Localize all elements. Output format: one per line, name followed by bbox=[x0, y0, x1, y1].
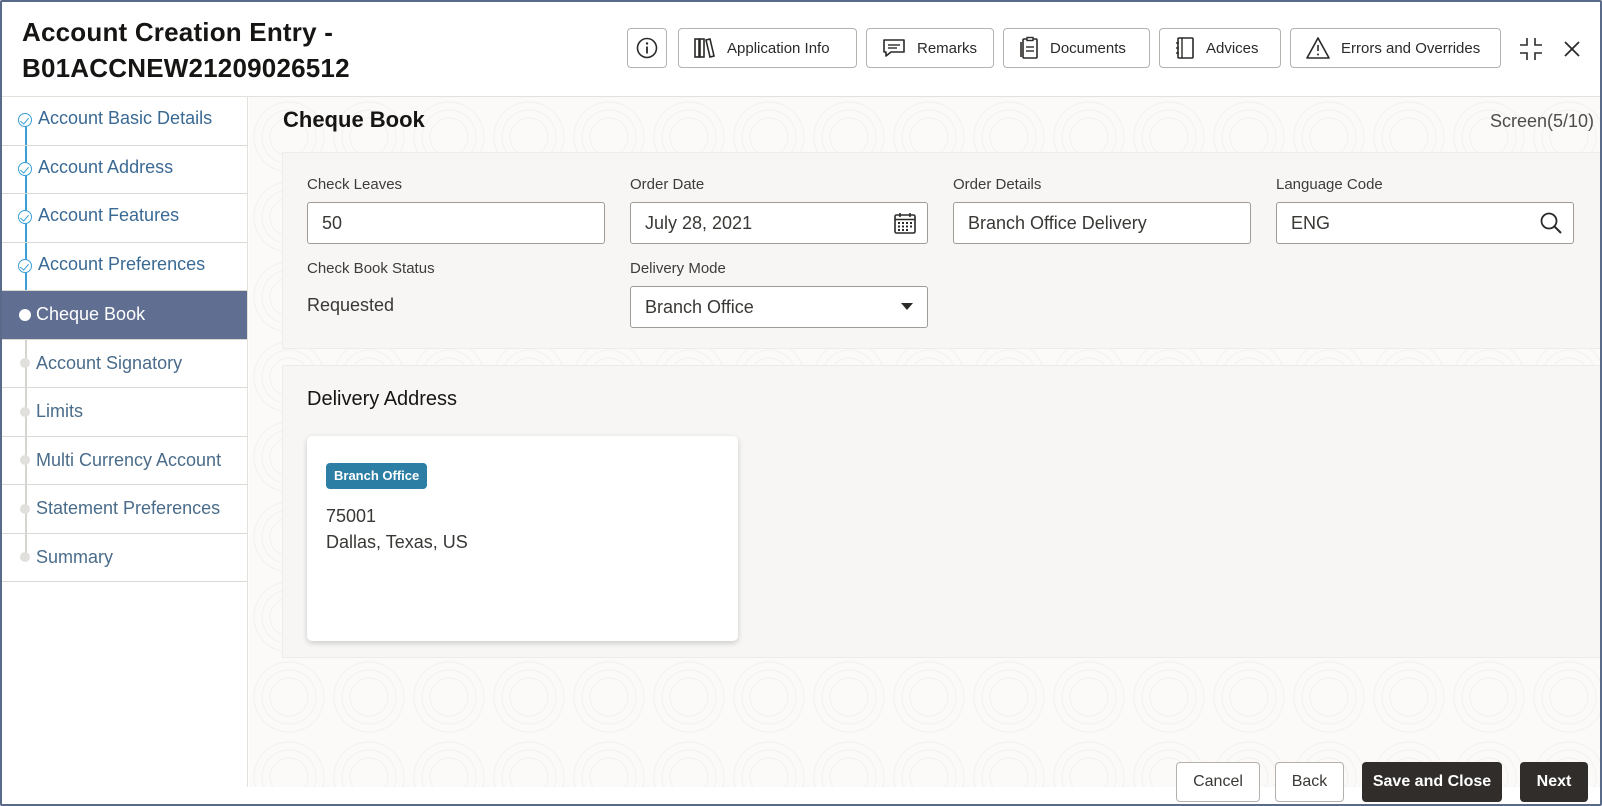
nav-item-limits[interactable]: Limits bbox=[2, 388, 247, 437]
nav-item-label: Multi Currency Account bbox=[36, 449, 222, 470]
nav-item-label: Limits bbox=[36, 401, 84, 422]
order-details-input[interactable]: Branch Office Delivery bbox=[953, 202, 1251, 244]
order-date-value: July 28, 2021 bbox=[645, 212, 753, 233]
pending-step-icon bbox=[20, 503, 30, 514]
nav-item-summary[interactable]: Summary bbox=[2, 534, 247, 582]
application-info-button[interactable]: Application Info bbox=[678, 28, 857, 68]
address-type-badge: Branch Office bbox=[326, 463, 428, 489]
nav-item-account-features[interactable]: Account Features bbox=[2, 194, 247, 243]
check-book-status-value: Requested bbox=[307, 295, 395, 315]
language-search-button[interactable] bbox=[1539, 211, 1563, 235]
nav-item-label: Account Preferences bbox=[38, 253, 206, 274]
pending-step-icon bbox=[20, 406, 30, 417]
delivery-address-panel: Delivery Address Branch Office 75001 Dal… bbox=[282, 365, 1600, 658]
page-title-line1: Account Creation Entry - bbox=[22, 17, 334, 47]
books-icon bbox=[694, 38, 715, 58]
nav-item-account-address[interactable]: Account Address bbox=[2, 146, 247, 194]
nav-item-label: Cheque Book bbox=[36, 304, 146, 325]
app-window: Account Creation Entry - B01ACCNEW212090… bbox=[0, 0, 1602, 806]
page-title: Account Creation Entry - B01ACCNEW212090… bbox=[22, 14, 350, 86]
nav-item-label: Summary bbox=[36, 546, 114, 567]
advices-label: Advices bbox=[1206, 39, 1259, 57]
delivery-mode-label: Delivery Mode bbox=[630, 260, 726, 277]
completed-check-icon bbox=[18, 113, 32, 127]
remarks-label: Remarks bbox=[917, 39, 978, 57]
section-title: Cheque Book bbox=[283, 107, 425, 132]
nav-item-multi-currency-account[interactable]: Multi Currency Account bbox=[2, 437, 247, 485]
warning-icon bbox=[1306, 37, 1330, 59]
address-card[interactable]: Branch Office 75001 Dallas, Texas, US bbox=[307, 436, 738, 641]
search-icon bbox=[1540, 212, 1562, 234]
info-icon bbox=[636, 37, 658, 59]
info-button[interactable] bbox=[627, 28, 667, 68]
errors-overrides-label: Errors and Overrides bbox=[1341, 39, 1481, 57]
advices-button[interactable]: Advices bbox=[1159, 28, 1281, 68]
step-navigation: Account Basic Details Account Address Ac… bbox=[2, 97, 248, 787]
address-line-2: Dallas, Texas, US bbox=[326, 532, 468, 552]
language-code-value: ENG bbox=[1291, 212, 1331, 233]
calendar-button[interactable] bbox=[893, 211, 917, 235]
check-leaves-label: Check Leaves bbox=[307, 176, 403, 193]
nav-item-label: Account Address bbox=[38, 156, 174, 177]
nav-item-cheque-book[interactable]: Cheque Book bbox=[2, 291, 247, 340]
current-step-icon bbox=[19, 308, 31, 321]
pending-step-icon bbox=[20, 358, 30, 369]
nav-item-statement-preferences[interactable]: Statement Preferences bbox=[2, 485, 247, 534]
order-details-label: Order Details bbox=[953, 176, 1042, 193]
next-button[interactable]: Next bbox=[1520, 762, 1588, 802]
order-date-input[interactable]: July 28, 2021 bbox=[630, 202, 928, 244]
nav-item-label: Account Features bbox=[38, 205, 180, 225]
minimize-button[interactable] bbox=[1516, 34, 1546, 64]
collapse-icon bbox=[1520, 38, 1542, 60]
nav-item-label: Statement Preferences bbox=[36, 498, 221, 519]
delivery-mode-value: Branch Office bbox=[645, 296, 754, 317]
save-and-close-button[interactable]: Save and Close bbox=[1362, 762, 1502, 802]
completed-check-icon bbox=[18, 210, 32, 224]
screen-counter: Screen(5/10) bbox=[1489, 111, 1594, 131]
order-details-value: Branch Office Delivery bbox=[968, 212, 1147, 233]
documents-button[interactable]: Documents bbox=[1003, 28, 1150, 68]
check-leaves-value: 50 bbox=[322, 212, 343, 233]
nav-item-account-preferences[interactable]: Account Preferences bbox=[2, 243, 247, 291]
check-leaves-input[interactable]: 50 bbox=[307, 202, 605, 244]
order-date-label: Order Date bbox=[630, 176, 705, 193]
pending-step-icon bbox=[20, 455, 30, 466]
nav-item-account-basic-details[interactable]: Account Basic Details bbox=[2, 97, 247, 146]
main-content: Cheque Book Screen(5/10) Check Leaves 50… bbox=[249, 97, 1600, 787]
cancel-button[interactable]: Cancel bbox=[1176, 762, 1260, 802]
header: Account Creation Entry - B01ACCNEW212090… bbox=[2, 2, 1600, 97]
comment-icon bbox=[883, 39, 905, 57]
delivery-mode-select[interactable]: Branch Office bbox=[630, 286, 928, 328]
close-button[interactable] bbox=[1557, 34, 1587, 64]
nav-item-label: Account Basic Details bbox=[38, 108, 213, 128]
delivery-address-title: Delivery Address bbox=[307, 388, 458, 410]
errors-overrides-button[interactable]: Errors and Overrides bbox=[1290, 28, 1501, 68]
close-icon bbox=[1564, 41, 1580, 57]
completed-check-icon bbox=[18, 161, 32, 176]
calendar-icon bbox=[894, 213, 916, 234]
cheque-book-panel: Check Leaves 50 Order Date July 28, 2021… bbox=[282, 152, 1600, 349]
nav-item-label: Account Signatory bbox=[36, 352, 183, 373]
documents-icon bbox=[1020, 36, 1038, 59]
check-book-status-label: Check Book Status bbox=[307, 260, 435, 277]
address-line-1: 75001 bbox=[326, 506, 377, 526]
notebook-icon bbox=[1176, 37, 1194, 59]
application-info-label: Application Info bbox=[727, 39, 830, 57]
page-title-line2: B01ACCNEW21209026512 bbox=[22, 53, 350, 83]
pending-step-icon bbox=[20, 552, 30, 563]
completed-check-icon bbox=[18, 258, 32, 273]
back-button[interactable]: Back bbox=[1275, 762, 1344, 802]
nav-item-account-signatory[interactable]: Account Signatory bbox=[2, 340, 247, 388]
remarks-button[interactable]: Remarks bbox=[866, 28, 994, 68]
caret-down-icon bbox=[901, 303, 913, 311]
language-code-label: Language Code bbox=[1276, 176, 1383, 193]
language-code-input[interactable]: ENG bbox=[1276, 202, 1574, 244]
documents-label: Documents bbox=[1050, 39, 1126, 57]
